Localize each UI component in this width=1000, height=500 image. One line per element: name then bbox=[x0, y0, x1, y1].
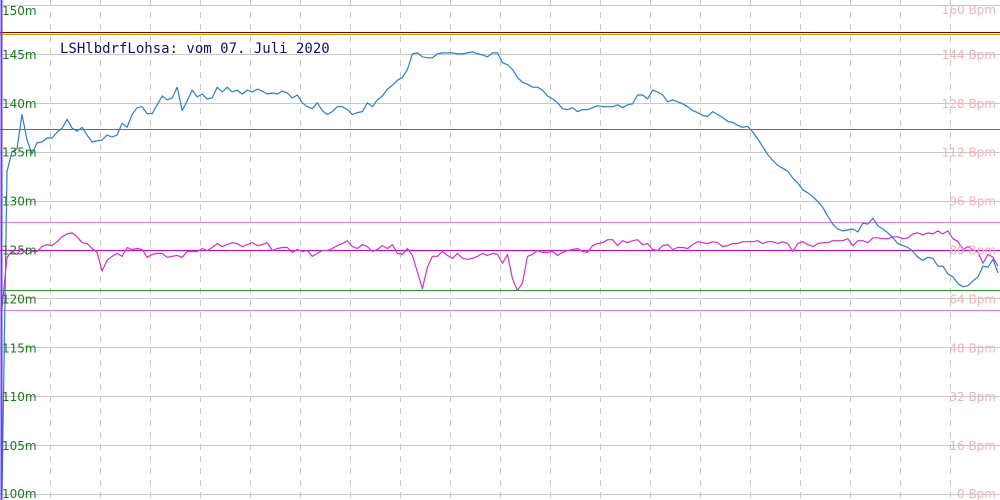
right-tick-label: 128 Bpm bbox=[942, 97, 996, 111]
left-tick-label: 105m bbox=[2, 439, 37, 453]
left-tick-label: 125m bbox=[2, 244, 37, 258]
right-tick-label: 16 Bpm bbox=[949, 439, 996, 453]
right-tick-label: 48 Bpm bbox=[949, 341, 996, 355]
left-tick-label: 140m bbox=[2, 97, 37, 111]
right-tick-label: 112 Bpm bbox=[942, 146, 996, 160]
right-tick-label: 80 Bpm bbox=[949, 244, 996, 258]
right-tick-label: 144 Bpm bbox=[942, 48, 996, 62]
right-tick-label: 64 Bpm bbox=[949, 292, 996, 306]
altitude-heart-rate-chart: 100m 105m 110m 115m 120m 125m 130m 135m 140m 145m… bbox=[0, 0, 1000, 500]
chart-title: LSHlbdrfLohsa: vom 07. Juli 2020 bbox=[60, 41, 330, 57]
left-tick-label: 150m bbox=[2, 4, 37, 18]
right-tick-label: 0 Bpm bbox=[957, 487, 996, 500]
left-tick-label: 130m bbox=[2, 195, 37, 209]
left-tick-label: 120m bbox=[2, 292, 37, 306]
left-tick-label: 100m bbox=[2, 487, 37, 500]
left-tick-label: 115m bbox=[2, 341, 37, 355]
left-tick-label: 145m bbox=[2, 48, 37, 62]
right-tick-label: 32 Bpm bbox=[949, 390, 996, 404]
right-tick-label: 96 Bpm bbox=[949, 195, 996, 209]
left-tick-label: 110m bbox=[2, 390, 37, 404]
right-tick-label: 160 Bpm bbox=[942, 3, 996, 17]
left-tick-label: 135m bbox=[2, 146, 37, 160]
